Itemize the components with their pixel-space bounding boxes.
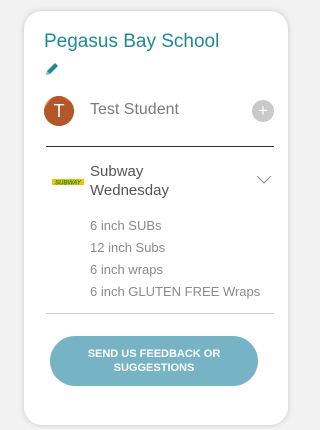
subway-logo: SUBWAY [52,179,84,186]
vendor-name: Subway [90,163,144,180]
menu-list: 6 inch SUBs 12 inch Subs 6 inch wraps 6 … [90,218,270,306]
plus-icon[interactable]: + [252,100,274,122]
school-card: Pegasus Bay School T Test Student + SUBW… [24,11,288,425]
feedback-button[interactable]: SEND US FEEDBACK OR SUGGESTIONS [50,336,258,386]
vendor-title: Subway Wednesday [90,162,169,200]
student-name: Test Student [90,101,179,118]
vendor-day: Wednesday [90,182,169,199]
svg-text:SUBWAY: SUBWAY [55,180,82,186]
menu-item[interactable]: 6 inch GLUTEN FREE Wraps [90,284,270,299]
menu-item[interactable]: 12 inch Subs [90,240,270,255]
menu-item[interactable]: 6 inch wraps [90,262,270,277]
pencil-icon[interactable] [43,60,61,78]
divider [46,146,274,147]
chevron-down-icon[interactable] [256,175,272,185]
school-title: Pegasus Bay School [44,31,220,52]
menu-item[interactable]: 6 inch SUBs [90,218,270,233]
avatar-initial: T [53,101,65,121]
student-row[interactable]: T Test Student + [44,95,274,129]
avatar: T [44,96,74,126]
divider [46,313,274,314]
